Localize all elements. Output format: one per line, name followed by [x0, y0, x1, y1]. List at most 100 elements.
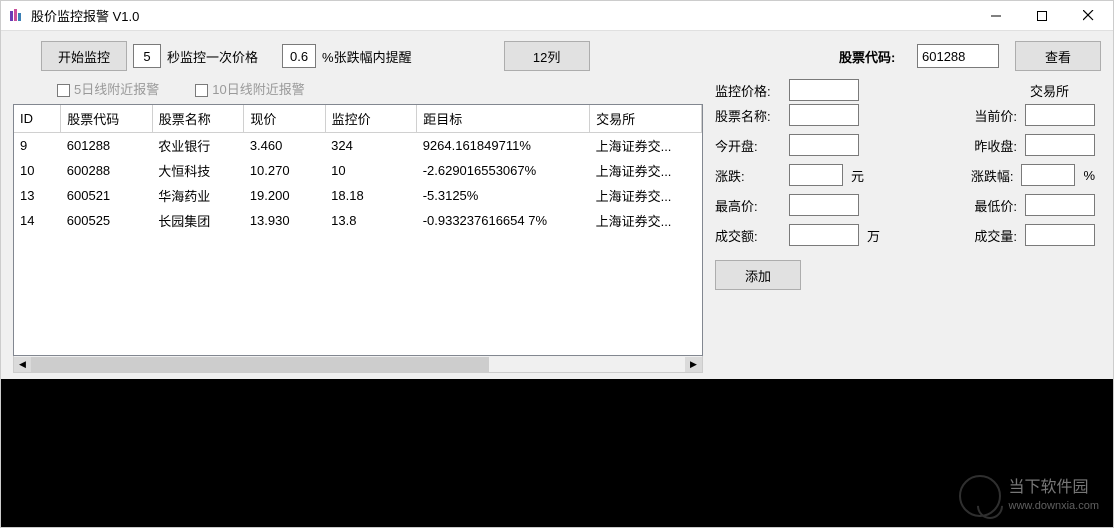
table-row[interactable]: 13600521华海药业19.20018.18-5.3125%上海证券交...: [14, 183, 702, 208]
main-row: ID股票代码股票名称现价监控价距目标交易所 9601288农业银行3.46032…: [13, 104, 1101, 373]
table-header[interactable]: 监控价: [325, 105, 417, 133]
table-header[interactable]: 股票代码: [61, 105, 153, 133]
table-cell: 600525: [61, 208, 153, 233]
table-cell: 13: [14, 183, 61, 208]
ten-day-checkbox[interactable]: 10日线附近报警: [195, 79, 304, 98]
table-cell: 13.8: [325, 208, 417, 233]
five-day-checkbox[interactable]: 5日线附近报警: [57, 79, 159, 98]
low-label: 最低价:: [961, 196, 1017, 215]
table-cell: 19.200: [244, 183, 325, 208]
window: 股价监控报警 V1.0 开始监控 秒监控一次价格 %张跌幅内提醒 12列 股票代…: [0, 0, 1114, 528]
scroll-left-icon[interactable]: ◀: [14, 357, 31, 372]
table-cell: 600288: [61, 158, 153, 183]
watermark-logo-icon: [959, 475, 1001, 517]
table-section: ID股票代码股票名称现价监控价距目标交易所 9601288农业银行3.46032…: [13, 104, 703, 373]
prev-close-label: 昨收盘:: [961, 136, 1017, 155]
low-input[interactable]: [1025, 194, 1095, 216]
amount-input[interactable]: [789, 224, 859, 246]
table-cell: 600521: [61, 183, 153, 208]
table-cell: 上海证券交...: [590, 133, 702, 159]
horizontal-scrollbar[interactable]: ◀ ▶: [13, 356, 703, 373]
table-cell: 上海证券交...: [590, 208, 702, 233]
add-button[interactable]: 添加: [715, 260, 801, 290]
stock-name-input[interactable]: [789, 104, 859, 126]
details-form: 股票名称: 当前价: 今开盘: 昨收盘: 涨跌: 元 涨跌幅:: [715, 104, 1101, 373]
table-row[interactable]: 10600288大恒科技10.27010-2.629016553067%上海证券…: [14, 158, 702, 183]
window-title: 股价监控报警 V1.0: [31, 6, 973, 25]
high-input[interactable]: [789, 194, 859, 216]
current-price-input[interactable]: [1025, 104, 1095, 126]
threshold-input[interactable]: [282, 44, 316, 68]
watermark: 当下软件园 www.downxia.com: [959, 475, 1099, 517]
table-row[interactable]: 14600525长园集团13.93013.8-0.933237616654 7%…: [14, 208, 702, 233]
maximize-button[interactable]: [1019, 1, 1065, 31]
table-header[interactable]: ID: [14, 105, 61, 133]
titlebar: 股价监控报警 V1.0: [1, 1, 1113, 31]
table-cell: 18.18: [325, 183, 417, 208]
table-cell: 9: [14, 133, 61, 159]
minimize-button[interactable]: [973, 1, 1019, 31]
change-label: 涨跌:: [715, 166, 781, 185]
amount-unit: 万: [867, 226, 880, 245]
table-cell: 华海药业: [152, 183, 244, 208]
volume-input[interactable]: [1025, 224, 1095, 246]
table-cell: 10.270: [244, 158, 325, 183]
watermark-text: 当下软件园: [1009, 478, 1099, 499]
current-price-label: 当前价:: [961, 106, 1017, 125]
stock-code-input[interactable]: [917, 44, 999, 68]
table-cell: 14: [14, 208, 61, 233]
table-cell: -0.933237616654 7%: [417, 208, 590, 233]
watch-price-input[interactable]: [789, 79, 859, 101]
amount-label: 成交额:: [715, 226, 781, 245]
table-cell: -5.3125%: [417, 183, 590, 208]
table-cell: 3.460: [244, 133, 325, 159]
table-cell: 10: [325, 158, 417, 183]
table-cell: 长园集团: [152, 208, 244, 233]
window-buttons: [973, 1, 1111, 31]
columns-button[interactable]: 12列: [504, 41, 590, 71]
view-button[interactable]: 查看: [1015, 41, 1101, 71]
checkbox-row: 5日线附近报警 10日线附近报警: [57, 79, 703, 98]
table-header[interactable]: 现价: [244, 105, 325, 133]
change-input[interactable]: [789, 164, 843, 186]
change-pct-label: 涨跌幅:: [957, 166, 1013, 185]
stock-name-label: 股票名称:: [715, 106, 781, 125]
close-button[interactable]: [1065, 1, 1111, 31]
start-monitor-button[interactable]: 开始监控: [41, 41, 127, 71]
table-cell: 324: [325, 133, 417, 159]
watermark-url: www.downxia.com: [1009, 499, 1099, 513]
table-cell: 农业银行: [152, 133, 244, 159]
table-header[interactable]: 股票名称: [152, 105, 244, 133]
table-row[interactable]: 9601288农业银行3.4603249264.161849711%上海证券交.…: [14, 133, 702, 159]
table-header[interactable]: 交易所: [590, 105, 702, 133]
table-cell: 上海证券交...: [590, 183, 702, 208]
threshold-label: %张跌幅内提醒: [322, 47, 412, 66]
table-header[interactable]: 距目标: [417, 105, 590, 133]
interval-label: 秒监控一次价格: [167, 47, 258, 66]
watch-price-label: 监控价格:: [715, 81, 781, 100]
table-cell: 601288: [61, 133, 153, 159]
change-pct-input[interactable]: [1021, 164, 1075, 186]
content-area: 开始监控 秒监控一次价格 %张跌幅内提醒 12列 股票代码: 查看: [1, 31, 1113, 527]
change-unit: 元: [851, 166, 864, 185]
table-cell: -2.629016553067%: [417, 158, 590, 183]
open-input[interactable]: [789, 134, 859, 156]
table-cell: 10: [14, 158, 61, 183]
exchange-label: 交易所: [1030, 81, 1069, 100]
change-pct-unit: %: [1083, 168, 1095, 183]
high-label: 最高价:: [715, 196, 781, 215]
prev-close-input[interactable]: [1025, 134, 1095, 156]
volume-label: 成交量:: [961, 226, 1017, 245]
open-label: 今开盘:: [715, 136, 781, 155]
scroll-right-icon[interactable]: ▶: [685, 357, 702, 372]
table-cell: 上海证券交...: [590, 158, 702, 183]
toolbar-row: 开始监控 秒监控一次价格 %张跌幅内提醒 12列 股票代码: 查看: [13, 41, 1101, 71]
stock-table[interactable]: ID股票代码股票名称现价监控价距目标交易所 9601288农业银行3.46032…: [13, 104, 703, 356]
app-icon: [9, 8, 25, 24]
code-label: 股票代码:: [839, 47, 911, 66]
interval-input[interactable]: [133, 44, 161, 68]
table-cell: 13.930: [244, 208, 325, 233]
table-cell: 9264.161849711%: [417, 133, 590, 159]
table-cell: 大恒科技: [152, 158, 244, 183]
console-area: 当下软件园 www.downxia.com: [1, 379, 1113, 527]
